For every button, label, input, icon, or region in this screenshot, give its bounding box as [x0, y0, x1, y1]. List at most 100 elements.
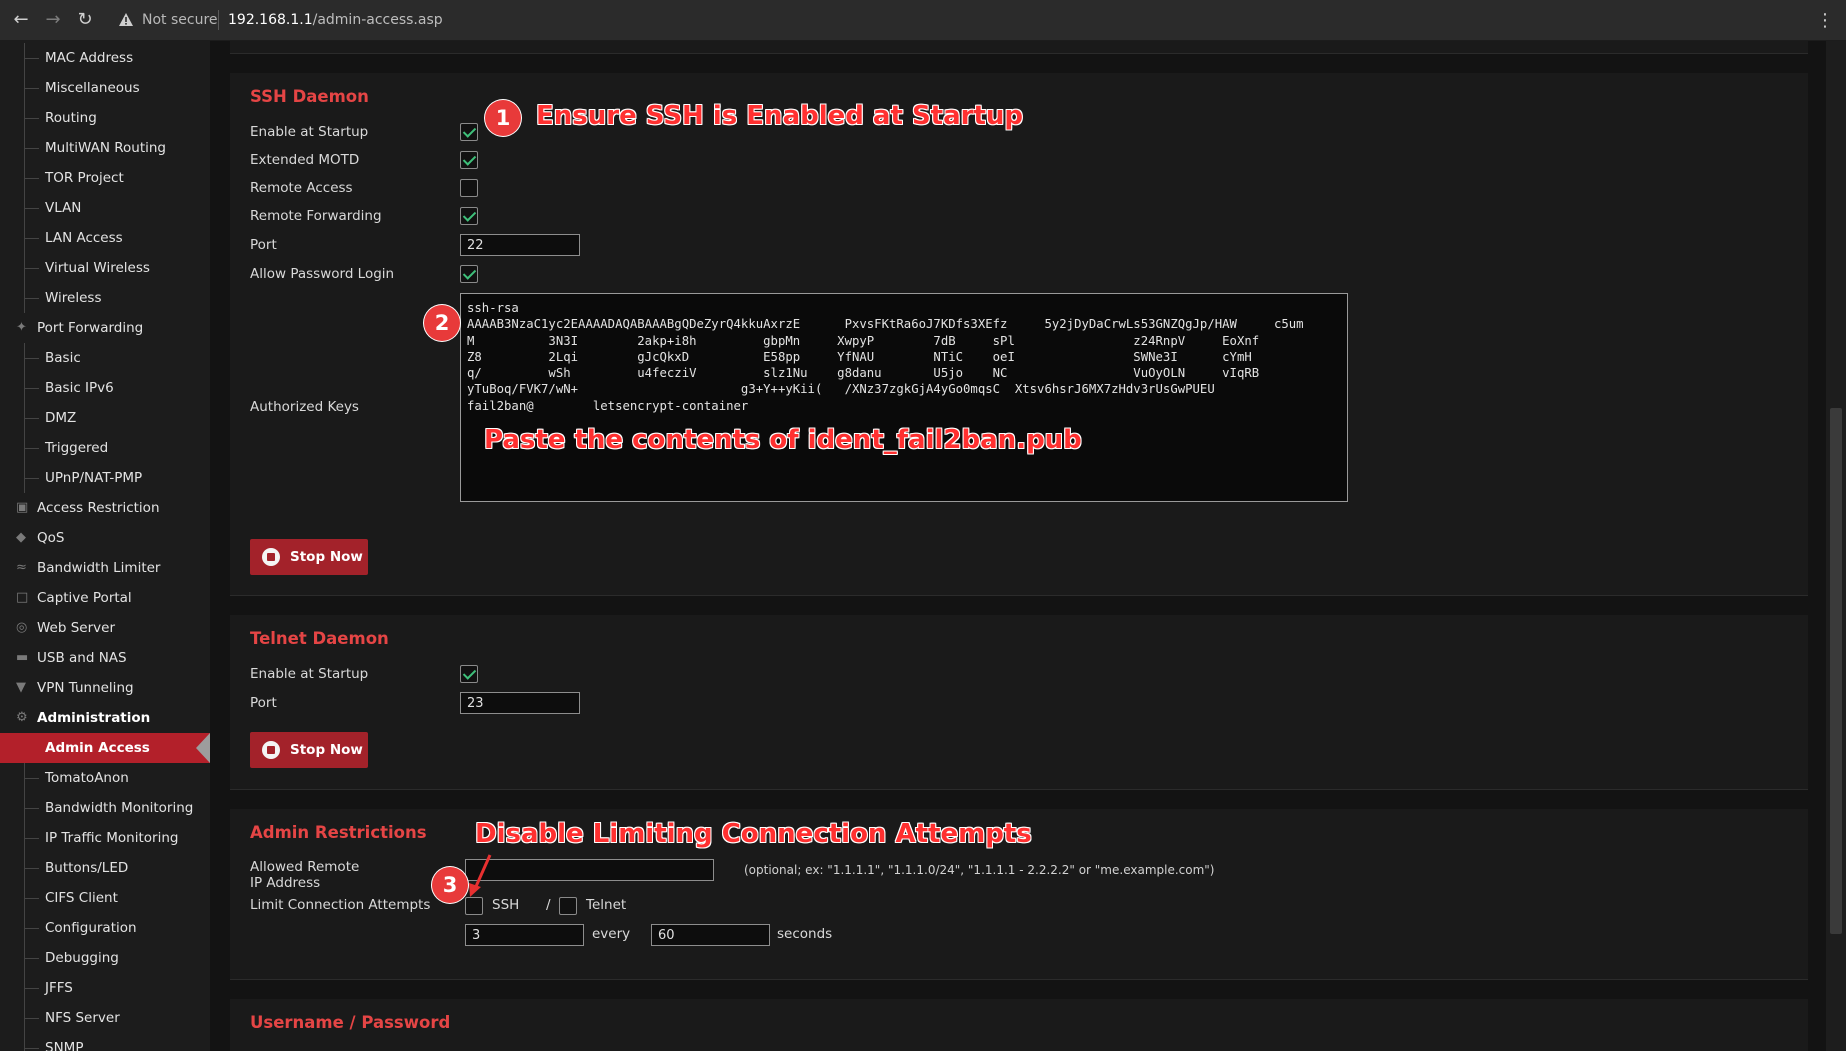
sidebar-item-label: Bandwidth Monitoring — [45, 800, 194, 816]
step-1-note: Ensure SSH is Enabled at Startup — [536, 101, 1024, 131]
sidebar-item-port-forwarding[interactable]: ✦ Port Forwarding — [0, 313, 210, 343]
ssh-enable-checkbox[interactable] — [460, 123, 478, 141]
sidebar-item-administration[interactable]: ⚙ Administration — [0, 703, 210, 733]
sidebar-item-vlan[interactable]: VLAN — [0, 193, 210, 223]
telnet-stop-button[interactable]: Stop Now — [250, 732, 368, 768]
restrictions-title: Admin Restrictions — [250, 823, 427, 842]
previous-panel — [230, 41, 1808, 54]
sidebar-item-captive-portal[interactable]: □ Captive Portal — [0, 583, 210, 613]
sidebar-item-vpn-tunneling[interactable]: ▼ VPN Tunneling — [0, 673, 210, 703]
sidebar-item-label: SNMP — [45, 1040, 84, 1051]
tree-branch — [25, 448, 39, 449]
sidebar-item-bandwidth-limiter[interactable]: ≈ Bandwidth Limiter — [0, 553, 210, 583]
sidebar-item-routing[interactable]: Routing — [0, 103, 210, 133]
telnet-port-input[interactable] — [460, 692, 580, 714]
sidebar-item-upnp-nat-pmp[interactable]: UPnP/NAT-PMP — [0, 463, 210, 493]
ssh-motd-checkbox[interactable] — [460, 151, 478, 169]
sidebar-item-buttons-led[interactable]: Buttons/LED — [0, 853, 210, 883]
step-3-note: Disable Limiting Connection Attempts — [475, 819, 1032, 849]
lock-icon: ▣ — [16, 500, 29, 515]
warning-icon[interactable] — [118, 12, 134, 27]
step-1-badge: 1 — [485, 100, 521, 136]
sidebar-item-qos[interactable]: ◆ QoS — [0, 523, 210, 553]
telnet-panel: Telnet Daemon Enable at Startup Port Sto… — [230, 615, 1808, 790]
sidebar-item-mac-address[interactable]: MAC Address — [0, 43, 210, 73]
menu-icon[interactable]: ⋮ — [1816, 10, 1834, 31]
sidebar-item-debugging[interactable]: Debugging — [0, 943, 210, 973]
allowed-remote-input[interactable] — [465, 859, 714, 881]
tree-branch — [25, 478, 39, 479]
sidebar-item-label: CIFS Client — [45, 890, 118, 906]
sidebar-item-label: Virtual Wireless — [45, 260, 150, 276]
sidebar-item-access-restriction[interactable]: ▣ Access Restriction — [0, 493, 210, 523]
authorized-keys-textarea[interactable]: ssh-rsa AAAAB3NzaC1yc2EAAAADAQABAAABgQDeZ… — [460, 293, 1348, 502]
sidebar-item-label: Buttons/LED — [45, 860, 129, 876]
back-icon[interactable]: ← — [10, 9, 32, 31]
scrollbar-thumb[interactable] — [1830, 408, 1842, 934]
sidebar-item-jffs[interactable]: JFFS — [0, 973, 210, 1003]
reload-icon[interactable]: ↻ — [74, 9, 96, 31]
sidebar-item-dmz[interactable]: DMZ — [0, 403, 210, 433]
ssh-remote-forwarding-checkbox[interactable] — [460, 207, 478, 225]
shield-icon: ▼ — [16, 680, 26, 695]
authorized-key-line: yTuBoq/FVK7/wN+ g3+Y++yKii( /XNz37zgkGjA… — [467, 382, 1215, 397]
sidebar-item-usb-and-nas[interactable]: ▬ USB and NAS — [0, 643, 210, 673]
tree-branch — [25, 178, 39, 179]
sidebar-item-label: VPN Tunneling — [37, 680, 134, 696]
ssh-port-input[interactable] — [460, 234, 580, 256]
ssh-panel: SSH Daemon Enable at Startup Extended MO… — [230, 73, 1808, 596]
sidebar-item-label: Bandwidth Limiter — [37, 560, 161, 576]
sidebar-item-wireless[interactable]: Wireless — [0, 283, 210, 313]
tree-branch — [25, 208, 39, 209]
limit-telnet-checkbox[interactable] — [559, 897, 577, 915]
stop-icon — [262, 741, 280, 759]
sidebar-item-miscellaneous[interactable]: Miscellaneous — [0, 73, 210, 103]
sidebar-item-admin-access[interactable]: Admin Access — [0, 733, 210, 763]
sidebar-item-label: TOR Project — [45, 170, 124, 186]
ssh-remote-access-checkbox[interactable] — [460, 179, 478, 197]
tree-branch — [25, 808, 39, 809]
ssh-stop-button[interactable]: Stop Now — [250, 539, 368, 575]
sidebar-item-nfs-server[interactable]: NFS Server — [0, 1003, 210, 1033]
sidebar-item-multiwan-routing[interactable]: MultiWAN Routing — [0, 133, 210, 163]
main-content: SSH Daemon Enable at Startup Extended MO… — [210, 41, 1826, 1051]
forward-icon[interactable]: → — [42, 9, 64, 31]
sidebar-item-tomatoanon[interactable]: TomatoAnon — [0, 763, 210, 793]
tree-branch — [25, 868, 39, 869]
sidebar-item-virtual-wireless[interactable]: Virtual Wireless — [0, 253, 210, 283]
seconds-input[interactable] — [651, 924, 770, 946]
sidebar-item-label: Administration — [37, 710, 151, 726]
tree-branch — [25, 958, 39, 959]
authorized-key-line: q/ wSh u4fecziV slz1Nu g8danu U5jo NC Vu… — [467, 366, 1260, 381]
sidebar-item-cifs-client[interactable]: CIFS Client — [0, 883, 210, 913]
not-secure-label[interactable]: Not secure — [142, 12, 218, 28]
sidebar-item-ip-traffic-monitoring[interactable]: IP Traffic Monitoring — [0, 823, 210, 853]
sidebar-item-bandwidth-monitoring[interactable]: Bandwidth Monitoring — [0, 793, 210, 823]
sidebar-item-snmp[interactable]: SNMP — [0, 1033, 210, 1051]
username-password-panel: Username / Password — [230, 999, 1808, 1051]
sidebar-item-label: VLAN — [45, 200, 82, 216]
sidebar-item-label: Admin Access — [45, 740, 150, 756]
tree-branch — [25, 118, 39, 119]
telnet-enable-label: Enable at Startup — [250, 666, 369, 682]
sidebar-item-label: Debugging — [45, 950, 119, 966]
sidebar-item-configuration[interactable]: Configuration — [0, 913, 210, 943]
sidebar-item-basic-ipv6[interactable]: Basic IPv6 — [0, 373, 210, 403]
sidebar-item-label: Captive Portal — [37, 590, 132, 606]
sidebar-item-lan-access[interactable]: LAN Access — [0, 223, 210, 253]
sidebar-item-label: Miscellaneous — [45, 80, 140, 96]
tree-branch — [25, 268, 39, 269]
ssh-password-login-label: Allow Password Login — [250, 266, 395, 282]
sidebar-item-triggered[interactable]: Triggered — [0, 433, 210, 463]
telnet-enable-checkbox[interactable] — [460, 665, 478, 683]
tree-branch — [25, 778, 39, 779]
address-bar[interactable]: 192.168.1.1/admin-access.asp — [228, 12, 443, 28]
sidebar-item-basic[interactable]: Basic — [0, 343, 210, 373]
telnet-port-label: Port — [250, 695, 277, 711]
ssh-remote-access-label: Remote Access — [250, 180, 353, 196]
attempts-input[interactable] — [465, 924, 584, 946]
cast-icon: □ — [16, 590, 29, 605]
ssh-password-login-checkbox[interactable] — [460, 265, 478, 283]
sidebar-item-tor-project[interactable]: TOR Project — [0, 163, 210, 193]
sidebar-item-web-server[interactable]: ◎ Web Server — [0, 613, 210, 643]
